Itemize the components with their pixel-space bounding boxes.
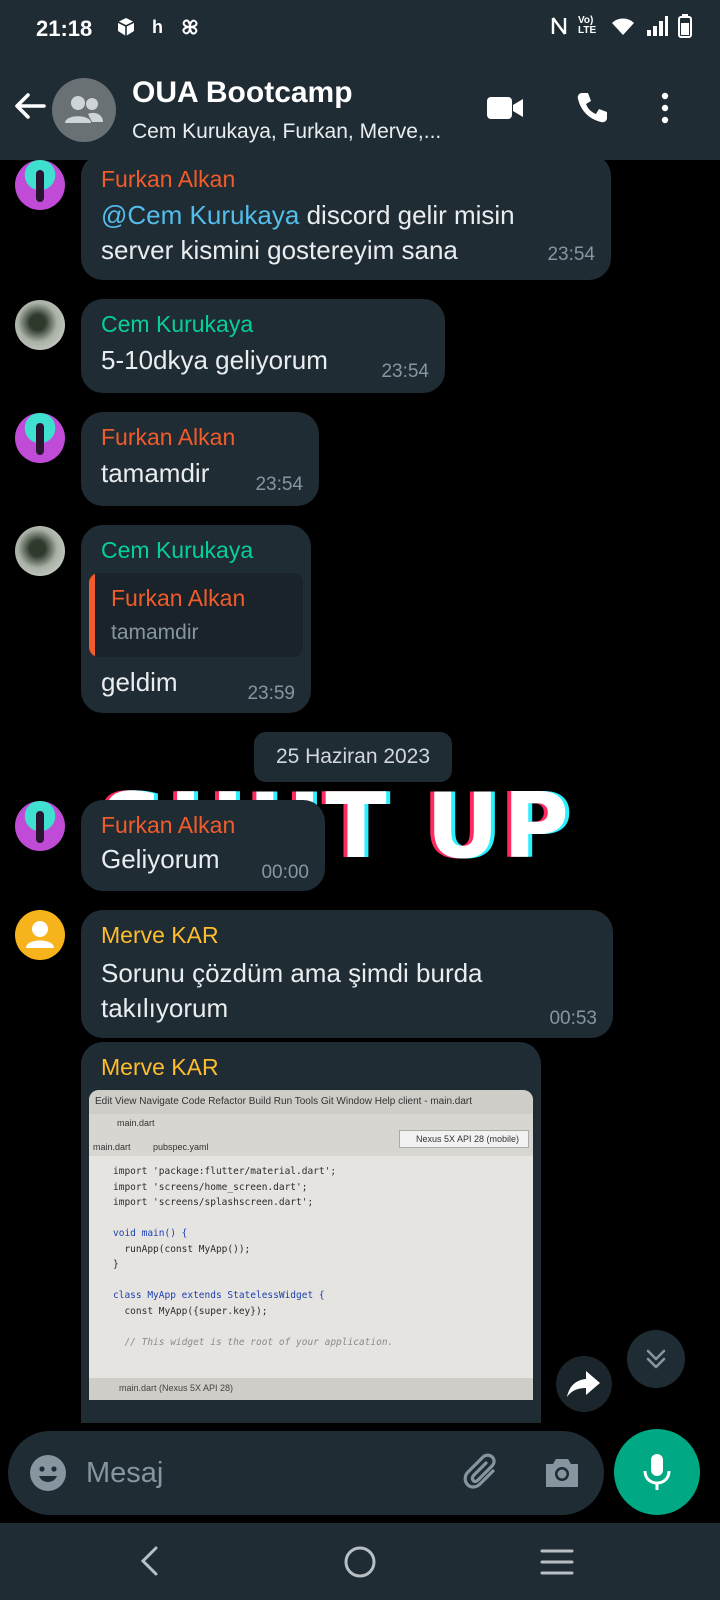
video-call-icon[interactable] <box>486 90 524 126</box>
sender-name[interactable]: Furkan Alkan <box>101 812 235 839</box>
battery-icon <box>678 14 692 38</box>
sender-name[interactable]: Merve KAR <box>101 922 219 949</box>
message-time: 00:53 <box>549 1008 597 1029</box>
message-text: Sorunu çözdüm ama şimdi burda takılıyorum <box>101 958 483 1023</box>
nfc-icon <box>551 17 567 35</box>
message-bubble[interactable]: Cem Kurukaya 5-10dkya geliyorum 23:54 <box>81 299 445 393</box>
wifi-icon <box>612 18 634 35</box>
message-bubble[interactable]: Furkan Alkan @Cem Kurukaya discord gelir… <box>81 160 611 280</box>
message-input[interactable] <box>86 1451 446 1495</box>
message-time: 23:59 <box>247 683 295 704</box>
message-bubble[interactable]: Merve KAR Sorunu çözdüm ama şimdi burda t… <box>81 910 613 1038</box>
avatar[interactable] <box>15 801 65 851</box>
message-bubble[interactable]: Merve KAR Edit View Navigate Code Refact… <box>81 1042 541 1423</box>
sender-name[interactable]: Furkan Alkan <box>101 166 235 193</box>
avatar[interactable] <box>15 413 65 463</box>
double-chevron-down-icon <box>646 1349 666 1369</box>
message-input-container[interactable] <box>8 1431 604 1515</box>
message-text: 5-10dkya geliyorum <box>101 345 328 375</box>
message-text: Geliyorum <box>101 844 220 874</box>
quote-bar <box>89 573 95 657</box>
chat-participants[interactable]: Cem Kurukaya, Furkan, Merve,... <box>132 120 472 144</box>
message-bubble[interactable]: Cem Kurukaya Furkan Alkan tamamdir geldi… <box>81 525 311 713</box>
nav-home-icon[interactable] <box>343 1545 377 1579</box>
sender-name[interactable]: Cem Kurukaya <box>101 537 253 564</box>
message-time: 23:54 <box>547 244 595 265</box>
forward-icon <box>567 1371 600 1397</box>
quote-text: tamamdir <box>111 621 199 644</box>
chat-title[interactable]: OUA Bootcamp <box>132 76 353 110</box>
sender-name[interactable]: Furkan Alkan <box>101 424 235 451</box>
ide-tab-main: main.dart <box>93 1142 131 1152</box>
message-time: 23:54 <box>255 474 303 495</box>
nav-recents-icon[interactable] <box>540 1547 574 1577</box>
nav-back-icon[interactable] <box>136 1545 162 1577</box>
composer <box>0 1423 720 1523</box>
avatar[interactable] <box>15 526 65 576</box>
box-icon <box>117 18 135 36</box>
system-nav-bar <box>0 1523 720 1600</box>
voice-call-icon[interactable] <box>574 90 610 126</box>
avatar[interactable] <box>15 160 65 210</box>
volte-icon: Vo) LTE <box>578 15 597 36</box>
status-time: 21:18 <box>36 16 93 41</box>
group-avatar[interactable] <box>52 78 116 142</box>
pinwheel-icon <box>182 19 198 35</box>
message-bubble[interactable]: Furkan Alkan Geliyorum 00:00 <box>81 800 325 891</box>
ide-device-selector: Nexus 5X API 28 (mobile) <box>399 1130 529 1148</box>
camera-icon[interactable] <box>542 1453 582 1493</box>
ide-breadcrumb: main.dart <box>117 1118 155 1128</box>
sender-name[interactable]: Merve KAR <box>101 1054 219 1081</box>
quote-sender: Furkan Alkan <box>111 585 246 611</box>
ide-tabs: main.dart main.dart pubspec.yaml Nexus 5… <box>89 1114 533 1156</box>
forward-button[interactable] <box>556 1356 612 1412</box>
date-separator: 25 Haziran 2023 <box>254 732 452 782</box>
mention-link[interactable]: @Cem Kurukaya <box>101 200 299 230</box>
ide-tab-pubspec: pubspec.yaml <box>153 1142 209 1152</box>
message-text: @Cem Kurukaya discord gelir misin server … <box>101 200 515 265</box>
message-list[interactable]: SHUT UP Furkan Alkan @Cem Kurukaya disco… <box>0 160 720 1423</box>
mic-icon <box>643 1454 671 1490</box>
message-time: 00:00 <box>261 862 309 883</box>
sender-name[interactable]: Cem Kurukaya <box>101 311 253 338</box>
avatar[interactable] <box>15 300 65 350</box>
default-user-icon <box>26 921 54 948</box>
status-bar: 21:18 h Vo) LTE <box>0 0 720 58</box>
back-arrow-icon[interactable] <box>12 88 48 124</box>
ide-code: import 'package:flutter/material.dart'; … <box>113 1166 394 1348</box>
avatar[interactable] <box>15 910 65 960</box>
message-text: tamamdir <box>101 458 210 488</box>
h-icon: h <box>152 16 163 37</box>
quoted-message[interactable]: Furkan Alkan tamamdir <box>89 573 303 657</box>
ide-status-bar: main.dart (Nexus 5X API 28) <box>89 1378 533 1400</box>
status-right-icons: Vo) LTE <box>550 14 692 38</box>
emoji-icon[interactable] <box>28 1453 68 1493</box>
photo-attachment[interactable]: Edit View Navigate Code Refactor Build R… <box>89 1090 533 1400</box>
more-vert-icon[interactable] <box>658 90 672 126</box>
group-avatar-icon <box>65 96 103 123</box>
message-text: geldim <box>101 667 178 697</box>
chat-header: OUA Bootcamp Cem Kurukaya, Furkan, Merve… <box>0 58 720 160</box>
attach-icon[interactable] <box>463 1453 503 1493</box>
mic-button[interactable] <box>614 1429 700 1515</box>
message-time: 23:54 <box>381 361 429 382</box>
signal-icon <box>647 16 668 36</box>
message-bubble[interactable]: Furkan Alkan tamamdir 23:54 <box>81 412 319 506</box>
scroll-to-bottom-button[interactable] <box>627 1330 685 1388</box>
ide-menu-bar: Edit View Navigate Code Refactor Build R… <box>89 1090 533 1114</box>
status-left-icons: h <box>116 16 201 38</box>
